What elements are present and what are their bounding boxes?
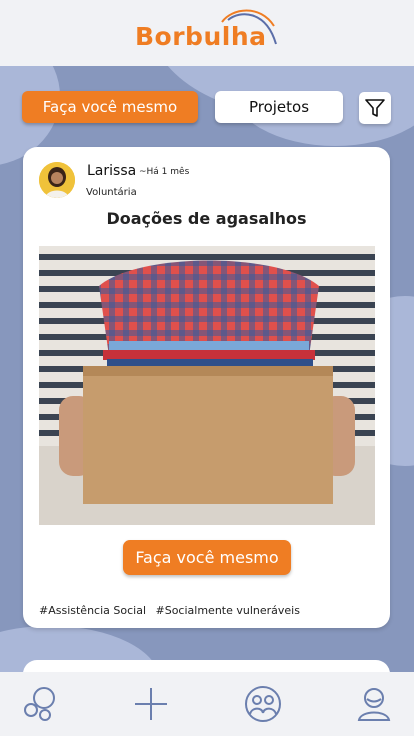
logo-arc-icon <box>221 9 277 45</box>
avatar-image <box>39 162 75 198</box>
funnel-icon <box>365 99 385 117</box>
post-time: ~Há 1 mês <box>139 167 190 177</box>
app-header: Borbulha <box>0 0 414 66</box>
community-icon <box>245 686 281 722</box>
nav-add-button[interactable] <box>131 684 171 724</box>
post-image <box>39 246 375 525</box>
author-name[interactable]: Larissa <box>87 163 136 179</box>
nav-community-button[interactable] <box>243 684 283 724</box>
tag-link[interactable]: #Assistência Social <box>39 604 146 617</box>
bottom-nav <box>0 672 414 736</box>
post-tags: #Assistência Social #Socialmente vulnerá… <box>39 604 306 617</box>
author-avatar[interactable] <box>39 162 75 198</box>
post-card[interactable]: Larissa ~Há 1 mês Voluntária Doações de … <box>23 147 390 628</box>
filter-diy-button[interactable]: Faça você mesmo <box>22 91 198 123</box>
post-title: Doações de agasalhos <box>106 209 307 228</box>
donation-box-image <box>39 246 375 525</box>
diy-cta-button[interactable]: Faça você mesmo <box>123 540 291 575</box>
plus-icon <box>135 688 167 720</box>
nav-profile-button[interactable] <box>354 684 394 724</box>
bubbles-icon <box>24 687 55 721</box>
author-role: Voluntária <box>86 187 137 198</box>
profile-icon <box>357 688 391 721</box>
tag-link[interactable]: #Socialmente vulneráveis <box>156 604 300 617</box>
filter-button[interactable] <box>359 92 391 124</box>
filter-projects-button[interactable]: Projetos <box>215 91 343 123</box>
nav-home-button[interactable] <box>20 684 60 724</box>
